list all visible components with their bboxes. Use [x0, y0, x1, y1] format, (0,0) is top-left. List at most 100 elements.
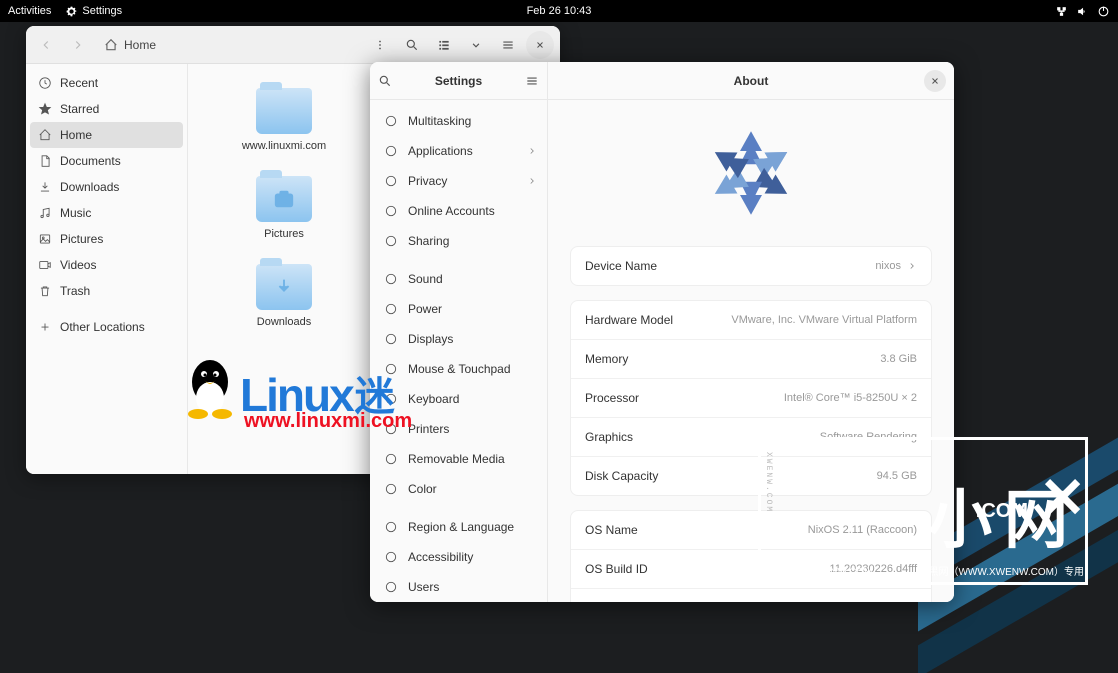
hamburger-menu[interactable] — [494, 31, 522, 59]
close-button[interactable] — [526, 31, 554, 59]
settings-item-color[interactable]: Color — [370, 474, 547, 504]
files-titlebar: Home — [26, 26, 560, 64]
info-row-hardware-model: Hardware ModelVMware, Inc. VMware Virtua… — [571, 301, 931, 340]
settings-sidebar-header: Settings — [370, 62, 547, 100]
folder-pictures[interactable]: Pictures — [200, 176, 368, 240]
settings-item-sound[interactable]: Sound — [370, 264, 547, 294]
sidebar-item-downloads[interactable]: Downloads — [26, 174, 187, 200]
arrow-down-icon — [273, 276, 295, 298]
settings-item-privacy[interactable]: Privacy — [370, 166, 547, 196]
chevron-right-icon — [527, 176, 537, 186]
settings-item-region---language[interactable]: Region & Language — [370, 512, 547, 542]
view-more-button[interactable] — [366, 31, 394, 59]
view-options-dropdown[interactable] — [462, 31, 490, 59]
home-icon — [38, 128, 52, 142]
flag-icon — [384, 520, 398, 534]
files-sidebar: RecentStarredHomeDocumentsDownloadsMusic… — [26, 64, 188, 474]
about-title: About — [734, 74, 769, 88]
clock-icon — [38, 76, 52, 90]
device-name-group: Device Name nixos — [570, 246, 932, 286]
settings-window: Settings MultitaskingApplicationsPrivacy… — [370, 62, 954, 602]
display-icon — [384, 332, 398, 346]
camera-icon — [273, 188, 295, 210]
app-menu-settings[interactable]: Settings — [65, 5, 122, 18]
sidebar-item-documents[interactable]: Documents — [26, 148, 187, 174]
power-icon — [384, 302, 398, 316]
xwenw-com: .COM — [976, 500, 1028, 523]
settings-item-users[interactable]: Users — [370, 572, 547, 602]
star-icon — [38, 102, 52, 116]
video-icon — [38, 258, 52, 272]
disc-icon — [384, 452, 398, 466]
settings-item-removable-media[interactable]: Removable Media — [370, 444, 547, 474]
sidebar-item-starred[interactable]: Starred — [26, 96, 187, 122]
settings-item-accessibility[interactable]: Accessibility — [370, 542, 547, 572]
chevron-right-icon — [527, 146, 537, 156]
search-button[interactable] — [398, 31, 426, 59]
settings-item-displays[interactable]: Displays — [370, 324, 547, 354]
trash-icon — [38, 284, 52, 298]
info-row-os-build-id: OS Build ID11.20230226.d4fff — [571, 550, 931, 589]
settings-item-power[interactable]: Power — [370, 294, 547, 324]
sidebar-menu-icon[interactable] — [525, 74, 539, 88]
nixos-logo-icon — [696, 118, 806, 228]
sidebar-item-videos[interactable]: Videos — [26, 252, 187, 278]
share-icon — [384, 234, 398, 248]
folder-www-linuxmi-com[interactable]: www.linuxmi.com — [200, 88, 368, 152]
folder-downloads[interactable]: Downloads — [200, 264, 368, 328]
chevron-right-icon — [907, 261, 917, 271]
gear-icon — [65, 5, 78, 18]
settings-item-multitasking[interactable]: Multitasking — [370, 106, 547, 136]
music-icon — [38, 206, 52, 220]
grid-icon — [384, 114, 398, 128]
device-name-row[interactable]: Device Name nixos — [571, 247, 931, 285]
sound-icon — [384, 272, 398, 286]
users-icon — [384, 580, 398, 594]
settings-item-printers[interactable]: Printers — [370, 414, 547, 444]
search-icon[interactable] — [378, 74, 392, 88]
info-row-disk-capacity: Disk Capacity94.5 GB — [571, 457, 931, 495]
clock[interactable]: Feb 26 10:43 — [527, 5, 592, 17]
activities-button[interactable]: Activities — [8, 5, 51, 17]
settings-item-applications[interactable]: Applications — [370, 136, 547, 166]
settings-sidebar-title: Settings — [392, 74, 525, 88]
pathbar[interactable]: Home — [96, 38, 362, 52]
forward-button[interactable] — [64, 31, 92, 59]
sidebar-item-music[interactable]: Music — [26, 200, 187, 226]
sidebar-item-pictures[interactable]: Pictures — [26, 226, 187, 252]
sidebar-item-trash[interactable]: Trash — [26, 278, 187, 304]
lock-icon — [384, 174, 398, 188]
sidebar-item-recent[interactable]: Recent — [26, 70, 187, 96]
sidebar-item-other-locations[interactable]: Other Locations — [26, 314, 187, 340]
color-icon — [384, 482, 398, 496]
doc-icon — [38, 154, 52, 168]
about-header: About — [548, 62, 954, 100]
top-panel: Activities Settings Feb 26 10:43 — [0, 0, 1118, 22]
settings-item-sharing[interactable]: Sharing — [370, 226, 547, 256]
down-icon — [38, 180, 52, 194]
home-icon — [104, 38, 118, 52]
settings-item-keyboard[interactable]: Keyboard — [370, 384, 547, 414]
list-view-button[interactable] — [430, 31, 458, 59]
hardware-info-group: Hardware ModelVMware, Inc. VMware Virtua… — [570, 300, 932, 496]
distro-logo — [570, 118, 932, 228]
access-icon — [384, 550, 398, 564]
printer-icon — [384, 422, 398, 436]
mouse-icon — [384, 362, 398, 376]
back-button[interactable] — [32, 31, 60, 59]
close-button[interactable] — [924, 70, 946, 92]
volume-icon[interactable] — [1076, 5, 1089, 18]
settings-item-mouse---touchpad[interactable]: Mouse & Touchpad — [370, 354, 547, 384]
os-info-group: OS NameNixOS 2.11 (Raccoon)OS Build ID11… — [570, 510, 932, 602]
apps-icon — [384, 144, 398, 158]
keyboard-icon — [384, 392, 398, 406]
power-icon[interactable] — [1097, 5, 1110, 18]
network-icon[interactable] — [1055, 5, 1068, 18]
info-row-os-name: OS NameNixOS 2.11 (Raccoon) — [571, 511, 931, 550]
info-row-memory: Memory3.8 GiB — [571, 340, 931, 379]
cloud-icon — [384, 204, 398, 218]
settings-sidebar: Settings MultitaskingApplicationsPrivacy… — [370, 62, 548, 602]
sidebar-item-home[interactable]: Home — [30, 122, 183, 148]
info-row-graphics: GraphicsSoftware Rendering — [571, 418, 931, 457]
settings-item-online-accounts[interactable]: Online Accounts — [370, 196, 547, 226]
